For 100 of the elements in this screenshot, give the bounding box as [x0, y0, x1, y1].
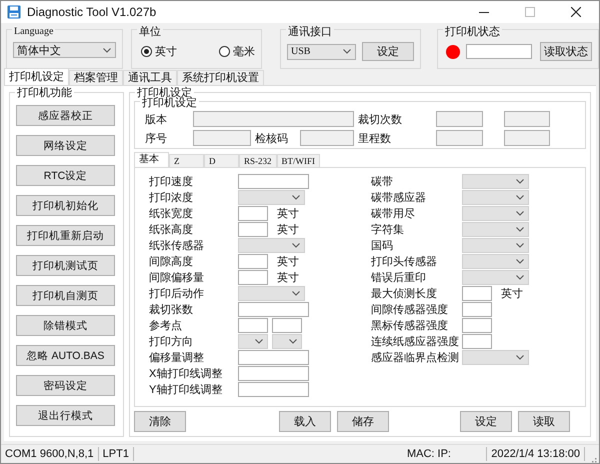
maximize-icon[interactable]	[525, 7, 535, 17]
group-title: 打印机功能	[15, 87, 74, 99]
field-label: 碳带用尽	[371, 206, 416, 220]
chevron-down-icon	[255, 338, 263, 344]
input-field[interactable]	[238, 206, 268, 220]
input-field[interactable]	[238, 318, 268, 332]
radio-label: 毫米	[233, 44, 255, 59]
status-text: 2022/1/4 13:18:00	[486, 447, 585, 461]
dropdown[interactable]: 简体中文	[13, 42, 116, 58]
input-field[interactable]	[238, 222, 268, 236]
input-field[interactable]	[238, 302, 309, 316]
read-only-field	[504, 111, 550, 127]
field-label: 打印浓度	[149, 190, 194, 204]
input-field[interactable]	[272, 318, 302, 332]
tab[interactable]: RS-232	[239, 154, 277, 167]
function-button[interactable]: 密码设定	[16, 375, 115, 396]
input-field[interactable]	[238, 270, 268, 284]
input-field[interactable]	[238, 254, 268, 268]
function-button[interactable]: 打印机测试页	[16, 255, 115, 276]
input-field[interactable]	[462, 334, 492, 348]
field-label: 序号	[145, 132, 168, 146]
function-button[interactable]: 打印机初始化	[16, 195, 115, 216]
status-text: COM1 9600,N,8,1	[1, 447, 99, 461]
function-button[interactable]: 退出行模式	[16, 405, 115, 426]
group-title: 打印机设定	[140, 97, 199, 109]
field-label: 纸张高度	[149, 222, 194, 236]
action-button[interactable]: 设定	[460, 411, 512, 432]
read-only-field	[436, 130, 482, 146]
field-label: 连续纸感应器强度	[371, 334, 460, 348]
read-only-field	[504, 130, 550, 146]
window-title: Diagnostic Tool V1.027b	[27, 5, 156, 19]
field-label: 里程数	[358, 132, 392, 146]
function-button[interactable]: 除错模式	[16, 315, 115, 336]
action-button[interactable]: 清除	[134, 411, 186, 432]
function-button[interactable]: 打印机自测页	[16, 285, 115, 306]
radio-button[interactable]	[219, 46, 230, 57]
chevron-down-icon	[289, 338, 297, 344]
chevron-down-icon	[516, 242, 524, 248]
function-button[interactable]: RTC设定	[16, 165, 115, 186]
dropdown[interactable]: USB	[287, 44, 356, 60]
input-field[interactable]	[238, 174, 309, 188]
action-button[interactable]: 储存	[337, 411, 389, 432]
tab[interactable]: 档案管理	[69, 70, 123, 85]
field-label: 裁切张数	[149, 302, 194, 316]
tab[interactable]: D	[204, 154, 239, 167]
field-label: 打印速度	[149, 174, 194, 188]
chevron-down-icon	[516, 226, 524, 232]
tab[interactable]: 通讯工具	[123, 70, 177, 85]
dropdown[interactable]	[272, 334, 302, 348]
function-button[interactable]: 感应器校正	[16, 105, 115, 126]
field-label: 裁切次数	[358, 112, 403, 126]
radio-label: 英寸	[155, 45, 177, 59]
tab[interactable]: 基本	[134, 152, 169, 167]
field-label: 纸张传感器	[149, 238, 205, 252]
dropdown[interactable]	[238, 334, 268, 348]
tab[interactable]: 打印机设定	[4, 68, 69, 85]
field-label: 打印方向	[149, 334, 194, 348]
field-label: 黑标传感器强度	[371, 318, 449, 332]
chevron-down-icon	[292, 242, 300, 248]
chevron-down-icon	[516, 274, 524, 280]
chevron-down-icon	[103, 48, 111, 52]
unit-label: 英寸	[277, 270, 299, 284]
unit-label: 英寸	[277, 206, 299, 220]
field-label: 参考点	[149, 318, 183, 332]
chevron-down-icon	[516, 194, 524, 200]
input-field[interactable]	[238, 350, 309, 364]
action-button[interactable]: 载入	[279, 411, 331, 432]
action-button[interactable]: 读取	[518, 411, 570, 432]
app-icon	[7, 5, 21, 19]
radio-button[interactable]	[141, 46, 152, 57]
field-label: 版本	[145, 112, 168, 126]
tab[interactable]: 系统打印机设置	[177, 70, 264, 85]
read-only-field	[436, 111, 482, 127]
close-icon[interactable]	[571, 7, 581, 17]
field-label: 间隙偏移量	[149, 270, 205, 284]
input-field[interactable]	[462, 286, 492, 300]
input-field[interactable]	[238, 366, 309, 380]
group-title: 打印机状态	[443, 26, 502, 38]
function-button[interactable]: 忽略 AUTO.BAS	[16, 345, 115, 366]
input-field[interactable]	[462, 302, 492, 316]
chevron-down-icon	[516, 178, 524, 184]
chevron-down-icon	[516, 354, 524, 360]
field-label: 检核码	[255, 132, 289, 146]
tab[interactable]: BT/WIFI	[276, 154, 320, 167]
input-field[interactable]	[238, 382, 309, 396]
field-label: 间隙高度	[149, 254, 194, 268]
unit-label: 英寸	[277, 254, 299, 268]
tab[interactable]: Z	[169, 154, 204, 167]
function-button[interactable]: 网络设定	[16, 135, 115, 156]
input-field[interactable]	[462, 318, 492, 332]
read-status-button[interactable]: 读取状态	[540, 42, 592, 61]
field-label: X轴打印线调整	[149, 366, 224, 380]
group-title: Language	[12, 26, 56, 38]
field-label: 间隙传感器强度	[371, 302, 449, 316]
field-label: 碳带	[371, 174, 394, 188]
function-button[interactable]: 打印机重新启动	[16, 225, 115, 246]
read-only-field	[193, 130, 251, 146]
chevron-down-icon	[292, 194, 300, 200]
set-button[interactable]: 设定	[362, 42, 414, 61]
chevron-down-icon	[343, 49, 351, 54]
